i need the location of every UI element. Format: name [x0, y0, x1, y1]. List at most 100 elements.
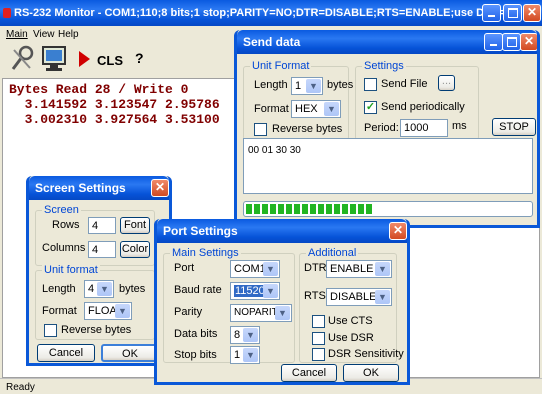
screen-length-label: Length	[42, 283, 76, 295]
screen-format-select[interactable]: FLOAT ▼	[84, 302, 132, 320]
send-progress-fill	[246, 204, 374, 214]
send-periodically-checkbox[interactable]: ✓	[364, 101, 377, 114]
maximize-icon	[506, 37, 517, 47]
send-data-close-button[interactable]: ✕	[520, 33, 537, 51]
send-unit-format-group: Unit Format Length 1 ▼ bytes Format HEX …	[243, 60, 353, 140]
port-settings-title: Port Settings	[163, 224, 238, 238]
app-icon	[3, 8, 11, 18]
chevron-down-icon: ▼	[324, 102, 339, 116]
monitor-button[interactable]	[40, 44, 70, 74]
data-bits-select[interactable]: 8 ▼	[230, 326, 260, 344]
menu-view[interactable]: View	[33, 28, 55, 41]
baud-rate-select[interactable]: 115200 ▼	[230, 282, 280, 300]
close-button[interactable]: ✕	[523, 4, 541, 22]
terminal-line-2: 3.141592 3.123547 2.95786	[9, 97, 220, 112]
chevron-down-icon: ▼	[275, 306, 290, 320]
monitor-icon	[42, 46, 66, 71]
port-cancel-button[interactable]: Cancel	[281, 364, 337, 382]
use-cts-checkbox[interactable]	[312, 315, 325, 328]
status-text: Ready	[6, 382, 35, 393]
dsr-sensitivity-label: DSR Sensitivity	[328, 348, 404, 360]
stop-label: STOP	[499, 121, 529, 133]
dsr-sensitivity-checkbox[interactable]	[312, 348, 325, 361]
dtr-select[interactable]: ENABLE ▼	[326, 260, 392, 278]
columns-input[interactable]: 4	[88, 241, 116, 258]
stop-bits-label: Stop bits	[174, 349, 217, 361]
screen-settings-close-button[interactable]: ✕	[151, 179, 169, 197]
close-icon: ✕	[392, 223, 404, 237]
port-select[interactable]: COM1 ▼	[230, 260, 280, 278]
stop-button[interactable]: STOP	[492, 118, 536, 136]
send-format-select[interactable]: HEX ▼	[291, 100, 341, 118]
screen-ok-button[interactable]: OK	[101, 344, 159, 362]
cls-button[interactable]: CLS	[97, 54, 123, 67]
font-button[interactable]: Font	[120, 217, 150, 234]
chevron-down-icon: ▼	[97, 282, 112, 296]
stop-bits-select[interactable]: 1 ▼	[230, 346, 260, 364]
menu-main[interactable]: Main	[6, 28, 28, 41]
minimize-icon	[490, 44, 497, 46]
send-reverse-bytes-checkbox[interactable]	[254, 123, 267, 136]
send-data-title-bar[interactable]: Send data ✕	[237, 30, 537, 54]
data-bits-label: Data bits	[174, 328, 218, 340]
main-title: RS-232 Monitor - COM1;110;8 bits;1 stop;…	[14, 7, 529, 19]
browse-label: ...	[441, 75, 452, 87]
port-settings-title-bar[interactable]: Port Settings ✕	[157, 219, 407, 243]
send-file-checkbox[interactable]	[364, 78, 377, 91]
rts-select[interactable]: DISABLE ▼	[326, 288, 392, 306]
send-settings-legend: Settings	[362, 60, 406, 72]
use-dsr-checkbox[interactable]	[312, 332, 325, 345]
send-data-minimize-button[interactable]	[484, 33, 503, 51]
start-button[interactable]	[76, 49, 92, 69]
maximize-button[interactable]	[503, 4, 522, 22]
send-length-value: 1	[295, 80, 302, 92]
screen-legend: Screen	[42, 204, 81, 216]
play-arrow-icon	[79, 51, 90, 67]
rows-input[interactable]: 4	[88, 217, 116, 234]
browse-file-button[interactable]: ...	[438, 75, 455, 91]
port-label: Port	[174, 262, 195, 274]
screen-unit-format-legend: Unit format	[42, 264, 100, 276]
help-button[interactable]: ?	[135, 51, 144, 65]
close-icon: ✕	[154, 180, 166, 194]
send-content-textarea[interactable]: 00 01 30 30	[243, 138, 533, 194]
use-cts-label: Use CTS	[328, 315, 373, 327]
color-button[interactable]: Color	[120, 241, 150, 258]
screen-reverse-bytes-label: Reverse bytes	[61, 324, 132, 336]
terminal-line-1: Bytes Read 28 / Write 0	[9, 82, 189, 97]
chevron-down-icon: ▼	[375, 262, 390, 276]
port-ok-label: OK	[363, 367, 379, 379]
period-input[interactable]: 1000	[400, 119, 448, 137]
screen-length-select[interactable]: 4 ▼	[84, 280, 114, 298]
tools-icon	[11, 45, 34, 70]
screen-settings-title-bar[interactable]: Screen Settings ✕	[29, 176, 169, 200]
send-format-value: HEX	[295, 103, 318, 115]
send-unit-format-legend: Unit Format	[250, 60, 312, 72]
send-length-label: Length	[254, 79, 288, 91]
settings-tools-button[interactable]	[8, 44, 36, 74]
screen-unit-format-group: Unit format Length 4 ▼ bytes Format FLOA…	[35, 264, 155, 340]
main-title-bar[interactable]: RS-232 Monitor - COM1;110;8 bits;1 stop;…	[0, 0, 542, 26]
send-data-title: Send data	[243, 35, 301, 49]
parity-select[interactable]: NOPARITY ▼	[230, 304, 292, 322]
send-periodically-label: Send periodically	[381, 101, 465, 113]
port-settings-close-button[interactable]: ✕	[389, 222, 407, 240]
screen-reverse-bytes-checkbox[interactable]	[44, 324, 57, 337]
screen-ok-label: OK	[122, 348, 138, 360]
minimize-button[interactable]	[482, 4, 501, 22]
close-icon: ✕	[526, 5, 538, 19]
chevron-down-icon: ▼	[243, 348, 258, 362]
port-value: COM1	[234, 263, 266, 275]
dtr-value: ENABLE	[330, 263, 374, 275]
send-length-select[interactable]: 1 ▼	[291, 77, 323, 95]
port-ok-button[interactable]: OK	[343, 364, 399, 382]
send-data-maximize-button[interactable]	[502, 33, 521, 51]
send-reverse-bytes-label: Reverse bytes	[272, 123, 343, 135]
chevron-down-icon: ▼	[243, 328, 258, 342]
send-progress-bar	[243, 201, 533, 217]
screen-cancel-button[interactable]: Cancel	[37, 344, 95, 362]
additional-legend: Additional	[306, 247, 359, 259]
rts-value: DISABLE	[330, 291, 377, 303]
menu-help[interactable]: Help	[58, 28, 79, 41]
additional-group: Additional DTR ENABLE ▼ RTS DISABLE ▼ Us…	[299, 247, 404, 363]
